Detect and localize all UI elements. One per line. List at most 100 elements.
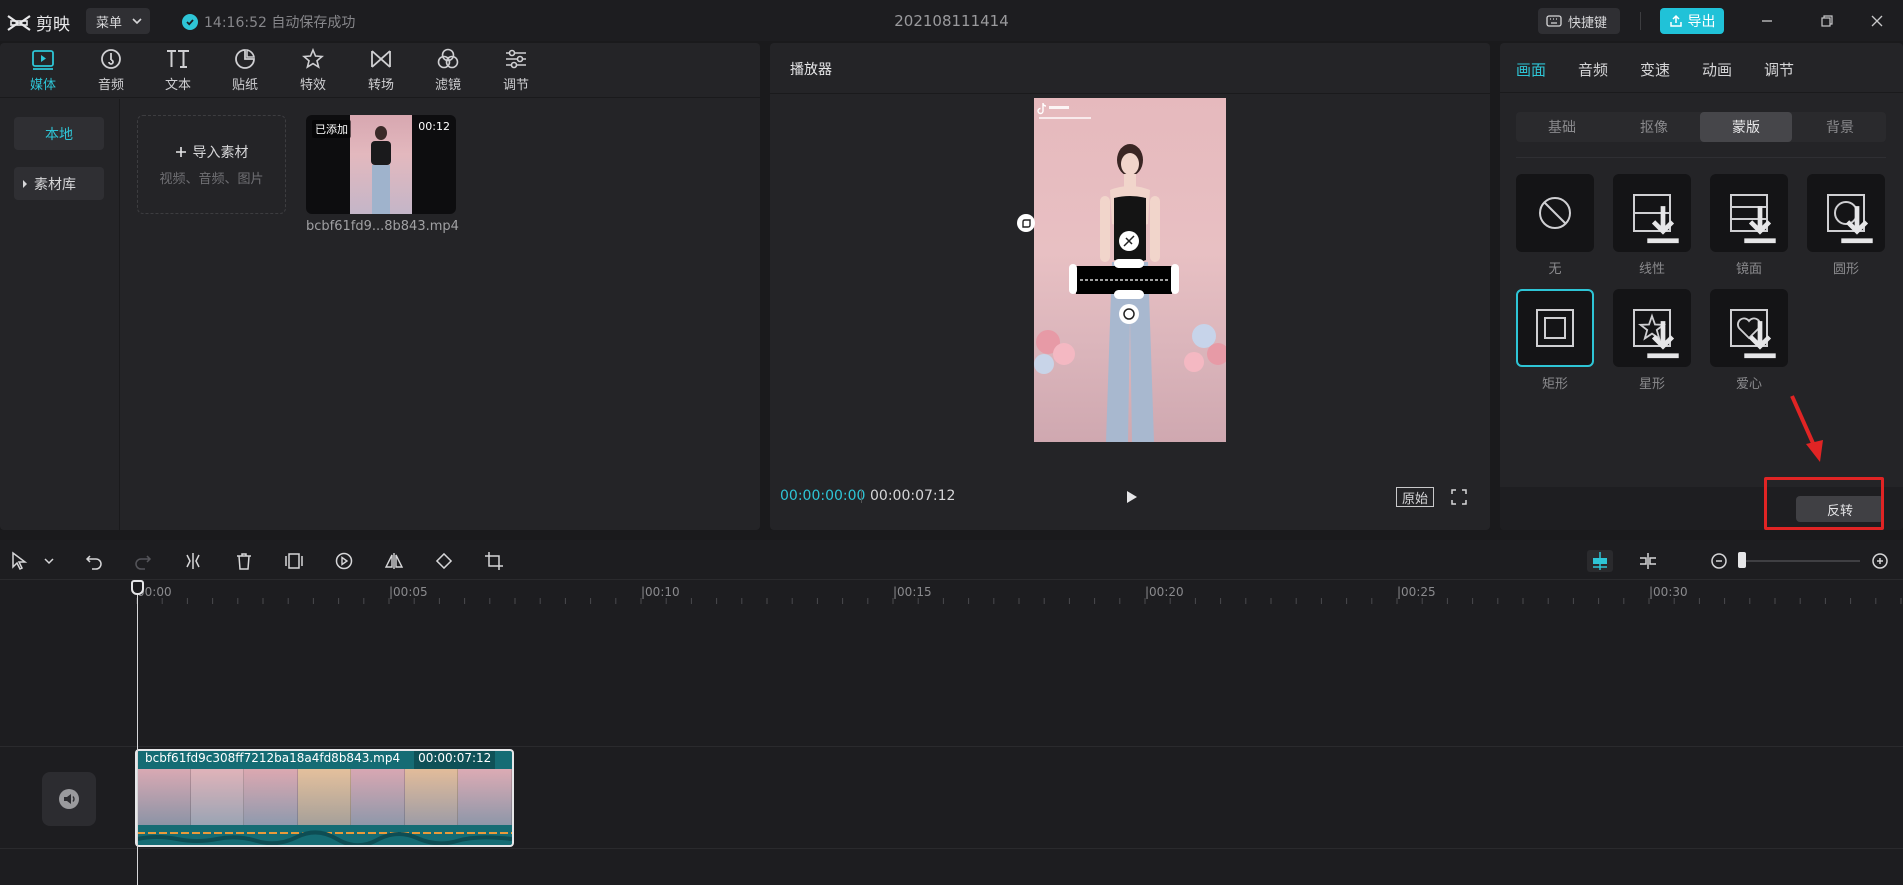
media-icon	[32, 50, 54, 70]
mask-option-star[interactable]: 星形	[1613, 289, 1691, 392]
tab-picture[interactable]: 画面	[1516, 59, 1546, 80]
subtab-basic[interactable]: 基础	[1516, 112, 1608, 142]
freeze-frame-button[interactable]	[283, 550, 305, 572]
video-preview[interactable]	[1034, 98, 1226, 442]
tab-audio[interactable]: 音频	[1578, 59, 1608, 80]
media-filename: bcbf61fd9...8b843.mp4	[306, 219, 459, 234]
divider	[861, 489, 862, 503]
text-icon	[167, 50, 189, 68]
tab-filter[interactable]: 滤镜	[418, 47, 478, 97]
zoom-slider-track[interactable]	[1745, 560, 1860, 562]
minimize-icon	[1762, 20, 1772, 22]
zoom-in-button[interactable]	[1869, 550, 1891, 572]
mask-option-none[interactable]: 无	[1516, 174, 1594, 277]
tab-adjust[interactable]: 调节	[1764, 59, 1794, 80]
menu-button[interactable]: 菜单	[86, 8, 150, 34]
rectangle-mask-icon	[1536, 309, 1574, 347]
freeze-frame-icon	[285, 553, 303, 569]
ruler-ticks	[136, 598, 1902, 604]
clip-frame	[458, 769, 512, 825]
zoom-out-button[interactable]	[1708, 550, 1730, 572]
import-label-row: 导入素材	[175, 142, 249, 162]
delete-button[interactable]	[233, 550, 255, 572]
mask-option-linear[interactable]: 线性	[1613, 174, 1691, 277]
mask-option-rectangle[interactable]: 矩形	[1516, 289, 1594, 392]
tab-effects[interactable]: 特效	[283, 47, 343, 97]
mask-option-heart[interactable]: 爱心	[1710, 289, 1788, 392]
aspect-ratio-button[interactable]: 原始	[1396, 487, 1434, 507]
mask-option-circle[interactable]: 圆形	[1807, 174, 1885, 277]
subtab-background[interactable]: 背景	[1794, 112, 1886, 142]
select-tool-button[interactable]	[8, 550, 30, 572]
tab-adjust[interactable]: 调节	[486, 47, 546, 97]
redo-icon	[135, 555, 152, 570]
select-tool-dropdown[interactable]	[38, 550, 60, 572]
mask-tile	[1516, 289, 1594, 367]
mask-label: 线性	[1638, 262, 1665, 277]
zoom-slider-handle[interactable]	[1738, 552, 1746, 568]
feather-icon	[1022, 219, 1031, 228]
redo-button[interactable]	[132, 550, 154, 572]
mask-tile	[1807, 174, 1885, 252]
subtab-cutout[interactable]: 抠像	[1608, 112, 1700, 142]
media-side-nav: 本地 素材库	[0, 99, 120, 530]
sidebar-item-library[interactable]: 素材库	[14, 167, 104, 200]
download-icon	[1647, 321, 1679, 359]
plus-icon	[175, 147, 186, 157]
fullscreen-button[interactable]	[1450, 488, 1468, 506]
split-button[interactable]	[182, 550, 204, 572]
tab-sticker[interactable]: 贴纸	[215, 47, 275, 97]
mask-overlay[interactable]	[1034, 98, 1226, 442]
link-split-icon	[1640, 553, 1656, 569]
player-title: 播放器	[790, 62, 832, 78]
play-button[interactable]	[1122, 488, 1140, 506]
none-mask-icon	[1539, 197, 1571, 229]
export-button[interactable]: 导出	[1660, 8, 1724, 34]
inspector-panel: 画面 音频 变速 动画 调节 基础 抠像 蒙版 背景 无 线性 镜面 圆形 矩形…	[1500, 43, 1903, 530]
timeline-ruler[interactable]: 00:00 |00:05 |00:10 |00:15 |00:20 |00:25…	[0, 580, 1903, 604]
playhead-handle[interactable]	[131, 580, 144, 595]
inspector-tabs: 画面 音频 变速 动画 调节	[1500, 43, 1903, 93]
tab-animation[interactable]: 动画	[1702, 59, 1732, 80]
tab-transition[interactable]: 转场	[351, 47, 411, 97]
import-media-button[interactable]: 导入素材 视频、音频、图片	[137, 115, 286, 214]
mask-label: 镜面	[1735, 262, 1762, 277]
tab-media[interactable]: 媒体	[13, 47, 73, 97]
crop-icon	[485, 552, 503, 570]
tab-label: 特效	[299, 78, 326, 93]
mask-tile	[1613, 174, 1691, 252]
added-badge: 已添加	[312, 120, 351, 138]
track-mute-button[interactable]	[42, 772, 96, 826]
clip-name: bcbf61fd9c308ff7212ba18a4fd8b843.mp4	[145, 751, 401, 765]
crop-button[interactable]	[483, 550, 505, 572]
invert-button[interactable]: 反转	[1796, 496, 1884, 522]
rotate-button[interactable]	[433, 550, 455, 572]
tab-speed[interactable]: 变速	[1640, 59, 1670, 80]
tab-label: 转场	[367, 78, 394, 93]
split-link-toggle[interactable]	[1637, 550, 1659, 572]
video-clip[interactable]: bcbf61fd9c308ff7212ba18a4fd8b843.mp4 00:…	[135, 749, 514, 847]
tab-text[interactable]: 文本	[148, 47, 208, 97]
auto-snap-toggle[interactable]	[1587, 550, 1613, 572]
subtab-mask[interactable]: 蒙版	[1700, 112, 1792, 142]
maximize-button[interactable]	[1816, 10, 1838, 32]
mask-option-mirror[interactable]: 镜面	[1710, 174, 1788, 277]
media-thumbnail[interactable]: 已添加 00:12	[306, 115, 456, 214]
sidebar-item-label: 素材库	[34, 176, 76, 193]
import-subtitle: 视频、音频、图片	[159, 172, 264, 187]
divider	[770, 93, 1490, 94]
feather-handle[interactable]	[1017, 214, 1035, 232]
shortcut-button[interactable]: 快捷键	[1538, 8, 1620, 34]
timeline-panel: 00:00 |00:05 |00:10 |00:15 |00:20 |00:25…	[0, 540, 1903, 885]
tab-audio[interactable]: 音频	[81, 47, 141, 97]
minimize-button[interactable]	[1756, 10, 1778, 32]
undo-button[interactable]	[83, 550, 105, 572]
reverse-button[interactable]	[333, 550, 355, 572]
sidebar-item-local[interactable]: 本地	[14, 117, 104, 150]
close-button[interactable]	[1866, 10, 1888, 32]
playhead-line	[137, 588, 138, 885]
shortcut-label: 快捷键	[1568, 15, 1608, 31]
undo-icon	[85, 555, 102, 570]
clip-frame	[351, 769, 405, 825]
mirror-button[interactable]	[383, 550, 405, 572]
